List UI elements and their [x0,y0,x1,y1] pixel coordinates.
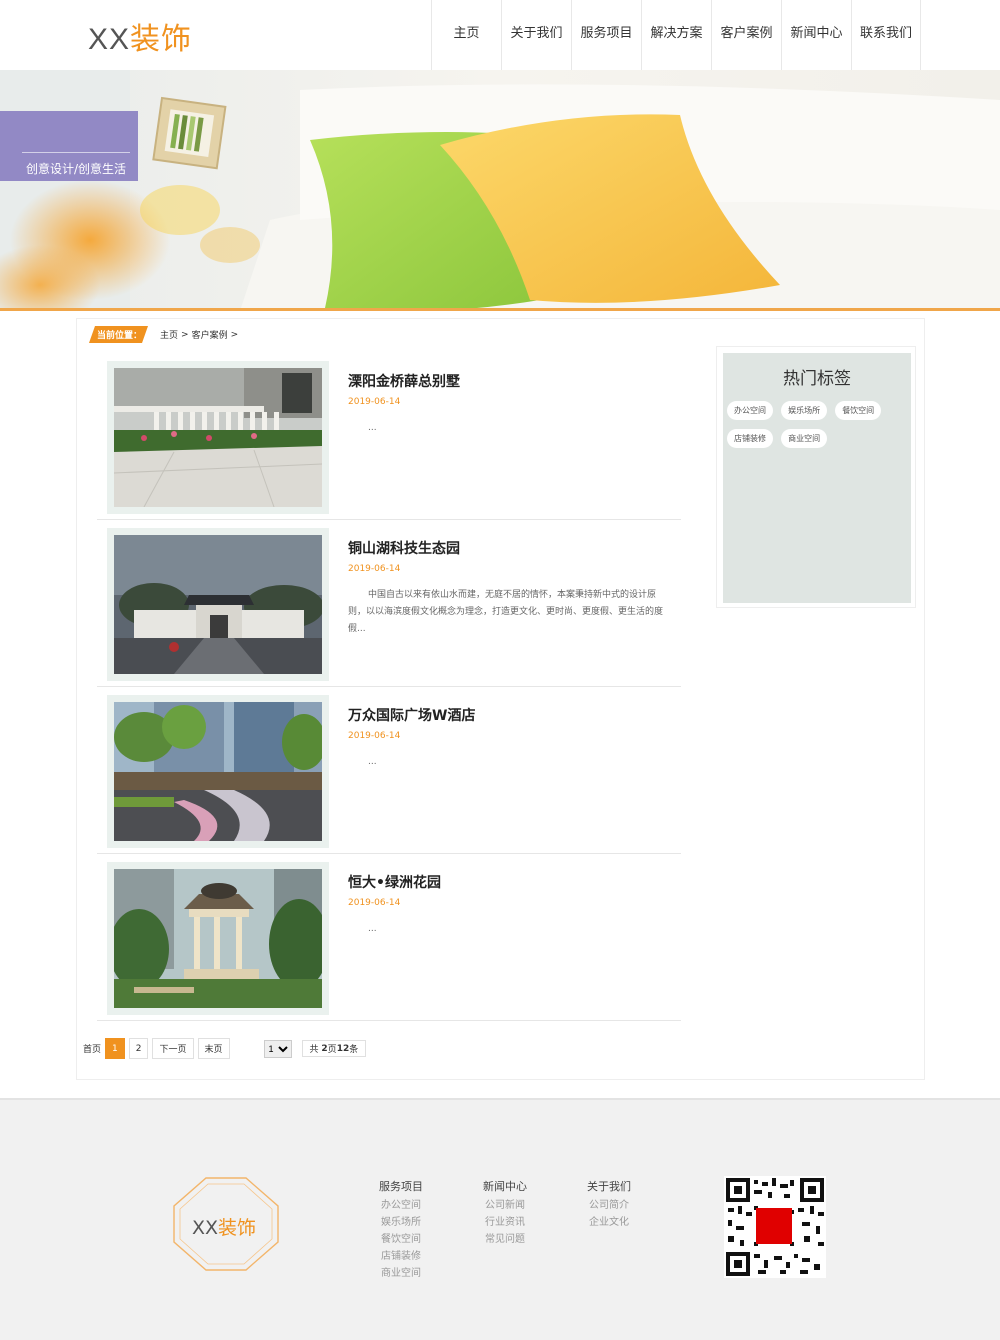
case-desc: 中国自古以来有依山水而建，无庭不居的情怀，本案秉持新中式的设计原则，以以海滨度假… [348,590,664,634]
case-image-eco-park [114,535,324,674]
footer-logo-xx: XX [192,1217,219,1239]
footer-link[interactable]: 餐饮空间 [379,1231,423,1248]
pager-total-suffix: 条 [349,1045,359,1055]
footer-col-heading[interactable]: 新闻中心 [483,1178,527,1194]
banner-image [0,70,1000,311]
case-item[interactable]: 铜山湖科技生态园 2019-06-14 中国自古以来有依山水而建，无庭不居的情怀… [97,520,681,687]
breadcrumb-label: 当前位置： [89,326,148,343]
nav-about[interactable]: 关于我们 [501,0,571,70]
pager-last[interactable]: 末页 [197,1038,230,1059]
footer-col-news: 新闻中心 公司新闻 行业资讯 常见问题 [483,1178,527,1248]
case-title[interactable]: 恒大•绿洲花园 [348,872,441,892]
sidebar-title: 热门标签 [783,369,851,389]
case-date: 2019-06-14 [348,731,401,741]
breadcrumb: 当前位置： 主页 > 客户案例 > [89,326,238,343]
case-title[interactable]: 万众国际广场W酒店 [348,705,475,725]
pager-page-1[interactable]: 1 [105,1038,125,1059]
pager-page-select[interactable]: 1 [263,1039,292,1058]
footer-link[interactable]: 公司简介 [587,1197,631,1214]
breadcrumb-home[interactable]: 主页 [160,328,178,341]
nav-contact[interactable]: 联系我们 [851,0,921,70]
footer-col-services: 服务项目 办公空间 娱乐场所 餐饮空间 店铺装修 商业空间 [379,1178,423,1282]
logo-text-decor: 装饰 [130,23,193,56]
tag-dining[interactable]: 餐饮空间 [835,401,882,420]
case-title[interactable]: 溧阳金桥薛总别墅 [348,371,460,391]
tag-shop[interactable]: 店铺装修 [727,429,773,448]
nav-services[interactable]: 服务项目 [571,0,641,70]
footer-link[interactable]: 常见问题 [483,1231,527,1248]
qr-code-icon [724,1176,826,1278]
logo-text-xx: XX [88,23,131,56]
footer-link[interactable]: 商业空间 [379,1265,423,1282]
case-desc: ... [368,757,377,767]
pager-next[interactable]: 下一页 [152,1038,194,1059]
breadcrumb-sep: > [181,329,189,340]
case-desc: ... [368,924,377,934]
case-item[interactable]: 万众国际广场W酒店 2019-06-14 ... [97,687,681,854]
pager-total-mid: 页 [327,1045,337,1055]
pager-page-2[interactable]: 2 [128,1038,149,1059]
tag-office[interactable]: 办公空间 [727,401,773,420]
pager-first[interactable]: 首页 [83,1042,101,1055]
case-thumbnail[interactable] [107,361,329,514]
tag-commercial[interactable]: 商业空间 [781,429,828,448]
case-thumbnail[interactable] [107,862,329,1015]
case-image-hotel-plaza [114,702,326,841]
banner-tagline-box: 创意设计/创意生活 [0,111,138,181]
footer-col-about: 关于我们 公司简介 企业文化 [587,1178,631,1231]
footer-link[interactable]: 店铺装修 [379,1248,423,1265]
tagline-divider [22,152,130,153]
footer-logo-decor: 装饰 [218,1217,257,1239]
site-footer: XX装饰 服务项目 办公空间 娱乐场所 餐饮空间 店铺装修 商业空间 新闻中心 … [0,1098,1000,1340]
breadcrumb-cases[interactable]: 客户案例 [192,328,228,341]
pager-total: 共 2 页 12 条 [301,1040,367,1057]
breadcrumb-sep: > [230,329,239,340]
tag-list: 办公空间 娱乐场所 餐饮空间 店铺装修 商业空间 [727,398,907,454]
case-title[interactable]: 铜山湖科技生态园 [348,538,460,558]
case-image-villa [113,368,323,508]
tag-entertainment[interactable]: 娱乐场所 [781,401,828,420]
hero-banner: 创意设计/创意生活 [0,70,1000,311]
case-thumbnail[interactable] [107,528,329,681]
main-nav: 主页 关于我们 服务项目 解决方案 客户案例 新闻中心 联系我们 [431,0,921,70]
case-date: 2019-06-14 [348,898,401,908]
site-logo[interactable]: XX装饰 [88,14,192,58]
pagination: 首页 1 2 下一页 末页 1 共 2 页 12 条 [83,1038,367,1059]
footer-link[interactable]: 娱乐场所 [379,1214,423,1231]
footer-link[interactable]: 办公空间 [379,1197,423,1214]
nav-solutions[interactable]: 解决方案 [641,0,711,70]
footer-link[interactable]: 企业文化 [587,1214,631,1231]
sidebar-hot-tags: 热门标签 办公空间 娱乐场所 餐饮空间 店铺装修 商业空间 [716,346,916,608]
case-thumbnail[interactable] [107,695,329,848]
case-item[interactable]: 溧阳金桥薛总别墅 2019-06-14 ... [97,353,681,520]
pager-total-prefix: 共 [309,1045,319,1055]
site-header: XX装饰 主页 关于我们 服务项目 解决方案 客户案例 新闻中心 联系我们 [0,0,1000,70]
case-date: 2019-06-14 [348,397,401,407]
nav-home[interactable]: 主页 [431,0,501,70]
footer-link[interactable]: 公司新闻 [483,1197,527,1214]
case-desc: ... [368,423,377,433]
footer-col-heading[interactable]: 关于我们 [587,1178,631,1194]
case-image-garden-pavilion [109,869,329,1008]
pager-total-items: 12 [336,1043,350,1054]
nav-cases[interactable]: 客户案例 [711,0,781,70]
case-date: 2019-06-14 [348,564,401,574]
footer-link[interactable]: 行业资讯 [483,1214,527,1231]
banner-tagline: 创意设计/创意生活 [26,162,127,176]
sidebar-panel: 热门标签 办公空间 娱乐场所 餐饮空间 店铺装修 商业空间 [723,353,911,603]
case-item[interactable]: 恒大•绿洲花园 2019-06-14 ... [97,854,681,1021]
footer-logo[interactable]: XX装饰 [172,1176,280,1272]
nav-news[interactable]: 新闻中心 [781,0,851,70]
footer-col-heading[interactable]: 服务项目 [379,1178,423,1194]
